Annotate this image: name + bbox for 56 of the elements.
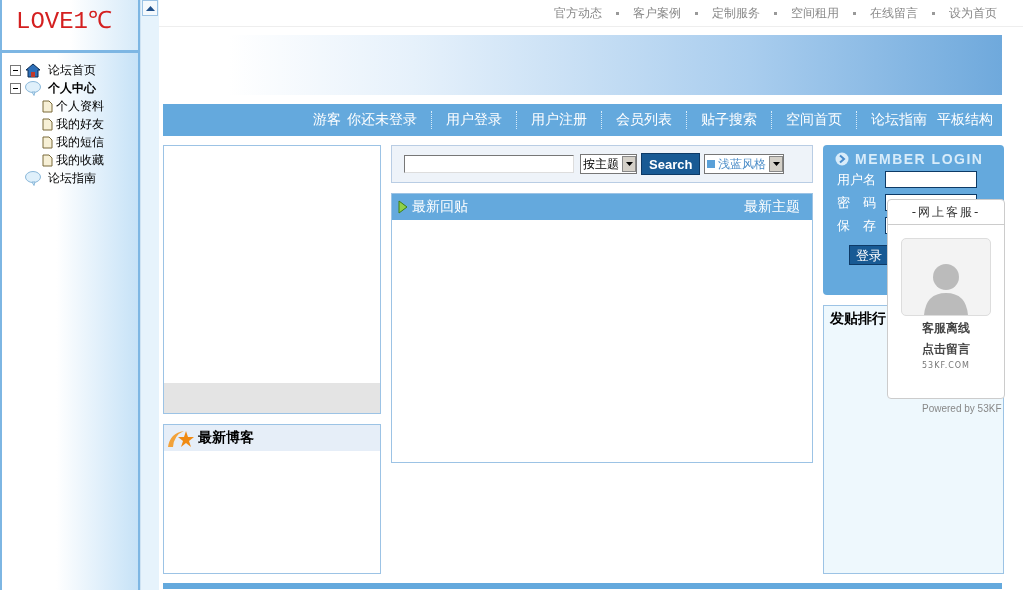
brand-text: 53KF.COM [921,361,971,370]
dropdown-arrow-icon[interactable] [772,162,780,166]
password-label: 密 码 [837,193,877,212]
scrollbar[interactable] [140,0,159,590]
nav-link[interactable]: 用户注册 [516,111,587,129]
search-field[interactable] [404,155,574,173]
panel-title: 最新回贴 [412,198,469,216]
search-button[interactable]: Search [641,153,701,175]
login-title: MEMBER LOGIN [855,151,984,167]
leave-message-link[interactable]: 点击留言 [922,341,970,358]
top-link[interactable]: 客户案例 [633,4,681,22]
nav-link[interactable]: 空间首页 [771,111,842,129]
speech-bubble-icon [24,80,42,96]
top-link[interactable]: 设为首页 [949,4,997,22]
tree-item[interactable]: 个人中心 [48,79,96,97]
document-icon [42,153,53,167]
nav-link[interactable]: 贴子搜索 [686,111,757,129]
latest-topics-link[interactable]: 最新主题 [744,198,800,216]
dropdown-arrow-icon[interactable] [625,162,633,166]
panel-title: 发贴排行 [830,310,886,326]
panel-title: 最新博客 [198,429,254,448]
tree-item[interactable]: 个人资料 [56,97,104,115]
nav-link[interactable]: 会员列表 [601,111,672,129]
collapse-toggle[interactable] [10,64,21,76]
login-status: 你还未登录 [347,111,417,129]
widget-title: -网上客服- [888,200,1004,225]
style-dropdown[interactable]: 浅蓝风格 [704,154,785,174]
arrow-icon [398,200,408,214]
top-link[interactable]: 定制服务 [712,4,760,22]
username-field[interactable] [885,171,977,188]
top-link[interactable]: 在线留言 [870,4,918,22]
arrow-circle-icon [835,152,849,166]
document-icon [42,117,53,131]
username-label: 用户名 [837,170,877,189]
top-link[interactable]: 官方动态 [554,4,602,22]
document-icon [42,135,53,149]
collapse-toggle[interactable] [10,82,21,94]
tree-item[interactable]: 论坛首页 [48,61,96,79]
powered-by-text: Powered by 53KF [922,403,1002,414]
offline-status: 客服离线 [922,320,970,337]
nav-link[interactable]: 平板结构 [937,111,993,129]
site-logo: LOVE1℃ [2,0,138,53]
guest-label: 游客 [313,111,341,129]
tree-item[interactable]: 我的收藏 [56,151,104,169]
document-icon [42,99,53,113]
tree-item[interactable]: 论坛指南 [48,169,96,187]
tree-item[interactable]: 我的好友 [56,115,104,133]
speech-bubble-icon [24,170,42,186]
scope-dropdown[interactable]: 按主题 [580,154,637,174]
scroll-up-icon[interactable] [142,0,158,16]
top-link[interactable]: 空间租用 [791,4,839,22]
nav-link[interactable]: 论坛指南 [856,111,927,129]
nav-link[interactable]: 用户登录 [431,111,502,129]
tree-item[interactable]: 我的短信 [56,133,104,151]
house-icon [24,62,42,78]
remember-label: 保 存 [837,216,877,235]
